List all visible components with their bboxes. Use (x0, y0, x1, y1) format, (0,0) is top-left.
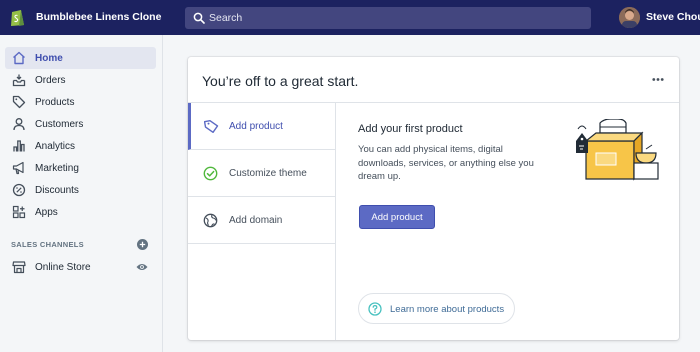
person-icon (11, 116, 27, 132)
panel-title: Add your first product (358, 123, 463, 135)
store-icon (11, 259, 27, 275)
discount-icon (11, 182, 27, 198)
sidebar-item-label: Home (35, 52, 63, 64)
sidebar-item-label: Discounts (35, 184, 79, 196)
sidebar-item-apps[interactable]: Apps (5, 201, 156, 223)
sidebar-item-label: Online Store (35, 261, 91, 273)
learn-more-label: Learn more about products (390, 304, 505, 315)
sidebar-item-label: Orders (35, 74, 66, 86)
sidebar-item-label: Customers (35, 118, 84, 130)
product-illustration (576, 119, 659, 181)
sidebar-item-marketing[interactable]: Marketing (5, 157, 156, 179)
setup-guide-card: You’re off to a great start. Add product… (188, 57, 679, 340)
question-circle-icon (368, 302, 382, 316)
sidebar-item-discounts[interactable]: Discounts (5, 179, 156, 201)
setup-tabs: Add product Customize theme Add domain (188, 103, 336, 340)
search-icon (193, 12, 205, 24)
panel-description: You can add physical items, digital down… (358, 144, 534, 182)
check-circle-icon (203, 166, 218, 181)
user-name[interactable]: Steve Chou (646, 11, 700, 23)
tag-icon (204, 119, 219, 134)
sidebar-item-label: Products (35, 96, 75, 108)
learn-more-button[interactable]: Learn more about products (358, 293, 515, 324)
sidebar-item-label: Apps (35, 206, 58, 218)
sidebar-item-analytics[interactable]: Analytics (5, 135, 156, 157)
sidebar-item-home[interactable]: Home (5, 47, 156, 69)
sidebar-item-label: Marketing (35, 162, 79, 174)
card-title: You’re off to a great start. (202, 73, 359, 89)
shopify-logo-icon[interactable] (9, 8, 26, 27)
search-placeholder: Search (209, 12, 243, 24)
store-name[interactable]: Bumblebee Linens Clone (36, 11, 161, 23)
add-product-button[interactable]: Add product (359, 205, 435, 229)
tab-add-product[interactable]: Add product (188, 103, 336, 150)
tab-customize-theme[interactable]: Customize theme (188, 150, 336, 197)
megaphone-icon (11, 160, 27, 176)
sales-channels-heading: SALES CHANNELS (11, 240, 84, 249)
tab-label: Add product (229, 121, 283, 132)
sidebar-item-orders[interactable]: Orders (5, 69, 156, 91)
add-channel-icon[interactable] (137, 239, 148, 250)
bar-chart-icon (11, 138, 27, 154)
sidebar-item-label: Analytics (35, 140, 76, 152)
more-options-icon[interactable] (652, 77, 664, 82)
home-icon (11, 50, 27, 66)
tab-add-domain[interactable]: Add domain (188, 197, 336, 244)
sidebar-item-customers[interactable]: Customers (5, 113, 156, 135)
globe-icon (203, 213, 218, 228)
tab-label: Add domain (229, 215, 283, 226)
orders-icon (11, 72, 27, 88)
sidebar-item-online-store[interactable]: Online Store (5, 256, 156, 278)
avatar[interactable] (619, 7, 640, 28)
search-input[interactable]: Search (185, 7, 591, 29)
top-bar: Bumblebee Linens Clone Search Steve Chou (0, 0, 700, 35)
sidebar-item-products[interactable]: Products (5, 91, 156, 113)
tag-icon (11, 94, 27, 110)
sidebar: Home Orders Products Customers Analytics… (0, 35, 163, 352)
apps-icon (11, 204, 27, 220)
tab-label: Customize theme (229, 168, 307, 179)
eye-icon[interactable] (136, 262, 148, 272)
